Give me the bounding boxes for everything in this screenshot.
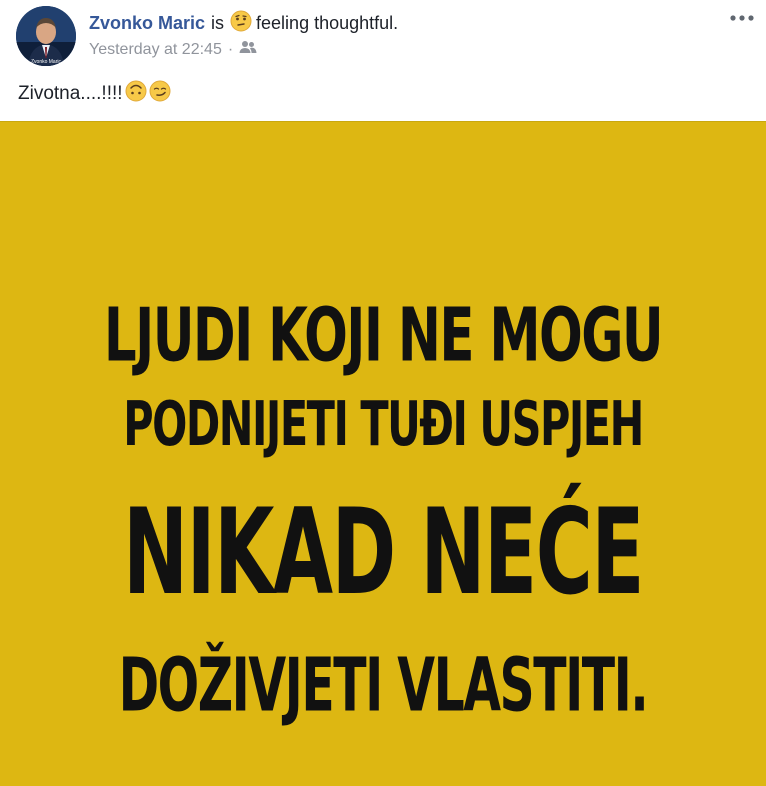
is-word: is [211,13,225,33]
thinking-face-icon [230,10,252,37]
post-timestamp[interactable]: Yesterday at 22:45 [89,41,222,59]
upside-down-face-icon [125,80,147,108]
feeling-text[interactable]: feeling thoughtful. [256,13,398,34]
avatar-caption: Zvonko Maric [31,59,62,65]
post-meta: Yesterday at 22:45 · [89,40,257,59]
post-body: Zivotna....!!!! [18,80,171,108]
avatar[interactable]: Zvonko Maric [16,6,76,66]
facebook-post: Zvonko Maric Zvonko Maric is feeling tho… [0,0,766,786]
author-name-link[interactable]: Zvonko Maric [89,13,205,34]
meme-line-2: PODNIJETI TUĐI USPJEH [123,389,644,461]
profile-photo: Zvonko Maric [16,6,76,66]
meme-line-3: NIKAD NEĆE [122,484,644,622]
post-header: Zvonko Maric is feeling thoughtful. [89,10,398,37]
smirking-face-icon [149,80,171,108]
post-text: Zivotna....!!!! [18,83,123,104]
meme-line-4: DOŽIVJETI VLASTITI. [118,642,649,729]
friends-icon[interactable] [239,40,257,59]
more-options-icon[interactable] [728,8,756,28]
post-image[interactable]: LJUDI KOJI NE MOGU PODNIJETI TUĐI USPJEH… [0,121,766,786]
meme-line-1: LJUDI KOJI NE MOGU [103,292,664,379]
meta-separator: · [227,40,234,58]
